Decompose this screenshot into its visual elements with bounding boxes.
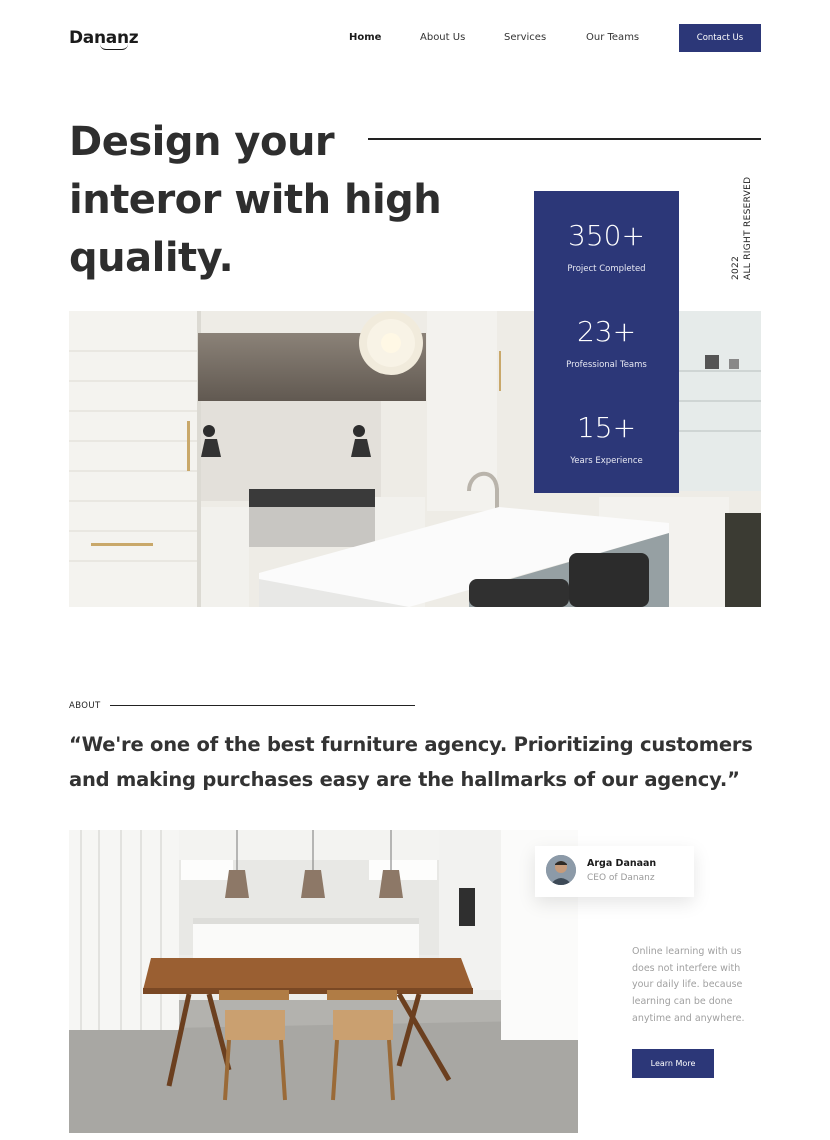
nav-home[interactable]: Home (349, 32, 381, 43)
ceo-title: CEO of Dananz (587, 873, 655, 883)
stat-years-label: Years Experience (570, 456, 643, 466)
contact-us-button[interactable]: Contact Us (679, 24, 761, 52)
about-label: ABOUT (69, 701, 101, 711)
stats-panel: 350+ Project Completed 23+ Professional … (534, 191, 679, 493)
stat-projects-value: 350+ (568, 219, 645, 252)
vertical-year: 2022 (731, 255, 741, 280)
learn-more-button[interactable]: Learn More (632, 1049, 714, 1078)
nav-about-us[interactable]: About Us (420, 32, 465, 43)
stat-years-value: 15+ (576, 411, 637, 444)
nav-our-teams[interactable]: Our Teams (586, 32, 639, 43)
vertical-copyright: 2022 ALL RIGHT RESERVED (730, 177, 754, 280)
dining-kitchen-image (69, 830, 578, 1133)
stat-teams-label: Professional Teams (566, 360, 647, 370)
hero-divider (368, 138, 761, 140)
ceo-card: Arga Danaan CEO of Dananz (535, 846, 694, 897)
about-divider (110, 705, 415, 706)
logo-swash (100, 44, 128, 50)
about-quote: “We're one of the best furniture agency.… (69, 733, 753, 791)
stat-projects-label: Project Completed (567, 264, 646, 274)
about-description: Online learning with us does not interfe… (632, 946, 745, 1024)
vertical-rights: ALL RIGHT RESERVED (743, 176, 753, 280)
nav-services[interactable]: Services (504, 32, 546, 43)
ceo-name: Arga Danaan (587, 858, 657, 869)
avatar (546, 855, 576, 885)
stat-teams-value: 23+ (576, 315, 637, 348)
